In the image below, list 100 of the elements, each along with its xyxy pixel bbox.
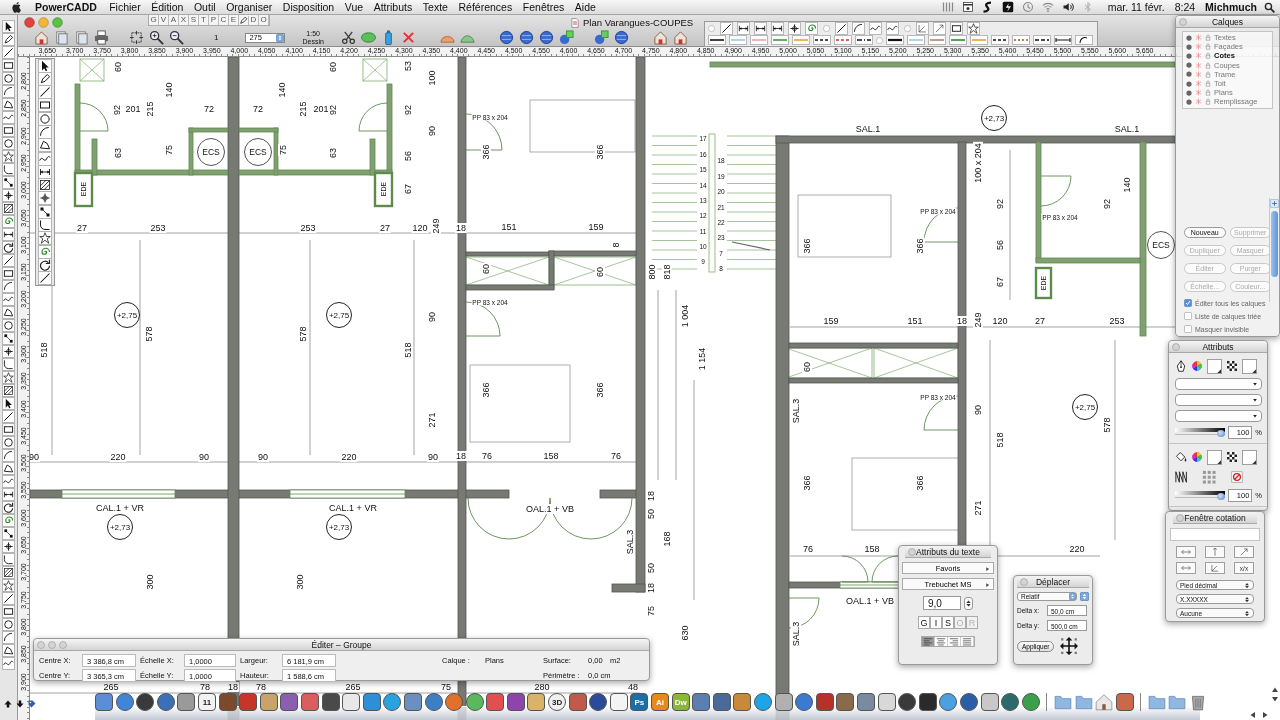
menu-item[interactable]: Attributs bbox=[368, 1, 418, 13]
line-tool-icon[interactable] bbox=[39, 272, 51, 285]
dimension-tool-icon[interactable] bbox=[755, 22, 766, 34]
crosshair-icon[interactable] bbox=[3, 346, 14, 357]
arc-tool-icon[interactable] bbox=[3, 632, 14, 643]
move-arrows-icon[interactable] bbox=[1060, 637, 1079, 655]
polygon-tool-icon[interactable] bbox=[39, 139, 51, 152]
app-icon[interactable] bbox=[177, 693, 196, 711]
line-tool-icon[interactable] bbox=[721, 22, 732, 34]
opacity-slider[interactable] bbox=[1175, 491, 1226, 500]
style-button[interactable]: I bbox=[930, 616, 942, 629]
palette-key[interactable]: D bbox=[249, 15, 259, 25]
palette-key[interactable]: S bbox=[189, 15, 199, 25]
menu-item[interactable]: Édition bbox=[145, 1, 189, 13]
hatch-tool-icon[interactable] bbox=[39, 179, 51, 192]
color-swatch-button[interactable] bbox=[1207, 449, 1222, 465]
volume-icon[interactable] bbox=[1061, 1, 1074, 13]
up-arrow-icon[interactable] bbox=[4, 700, 12, 708]
alignment-control[interactable] bbox=[921, 636, 975, 647]
horizontal-arrow-icon[interactable] bbox=[1181, 563, 1191, 573]
diagonal-arrow-icon[interactable] bbox=[1239, 547, 1249, 557]
caret-icon[interactable] bbox=[1252, 381, 1258, 387]
pattern-icon[interactable] bbox=[1227, 361, 1237, 371]
arc-tool-icon[interactable] bbox=[39, 126, 51, 139]
line-tool-icon[interactable] bbox=[3, 255, 14, 266]
star-tool-icon[interactable] bbox=[3, 580, 14, 591]
style-button[interactable]: G bbox=[918, 616, 930, 629]
stepper-icon[interactable] bbox=[964, 596, 973, 610]
house-icon[interactable] bbox=[652, 30, 668, 45]
line-style-icon[interactable] bbox=[855, 35, 873, 45]
line-style-icon[interactable] bbox=[1075, 35, 1093, 45]
app-icon[interactable] bbox=[342, 693, 361, 711]
pattern-swatch-button[interactable] bbox=[1242, 449, 1257, 465]
circle-tool-icon[interactable] bbox=[3, 320, 14, 331]
dimension-style-button[interactable] bbox=[1234, 546, 1254, 558]
scissors-icon[interactable] bbox=[340, 30, 356, 45]
rectangle-tool-icon[interactable] bbox=[951, 22, 962, 34]
line-style-icon[interactable] bbox=[886, 35, 904, 45]
visibility-dot-icon[interactable] bbox=[1186, 71, 1192, 78]
star-tool-icon[interactable] bbox=[968, 22, 979, 34]
close-icon[interactable] bbox=[24, 17, 35, 28]
corner-arrow-icon[interactable] bbox=[917, 22, 928, 34]
app-icon[interactable]: Ps bbox=[630, 693, 649, 711]
pen-icon[interactable] bbox=[39, 72, 51, 85]
curve-tool-icon[interactable] bbox=[887, 22, 898, 34]
radio-icon[interactable] bbox=[823, 24, 830, 32]
palette-key[interactable]: P bbox=[209, 15, 219, 25]
slider-thumb[interactable] bbox=[1217, 430, 1226, 437]
curl-status-icon[interactable] bbox=[981, 1, 994, 13]
star-tool-icon[interactable] bbox=[3, 372, 14, 383]
folder-icon[interactable] bbox=[1147, 693, 1166, 711]
circle-square-icon[interactable] bbox=[558, 30, 574, 45]
horizontal-arrow-icon[interactable] bbox=[1181, 547, 1191, 557]
palette-key[interactable]: E bbox=[229, 15, 239, 25]
visibility-dot-icon[interactable] bbox=[1186, 98, 1192, 105]
rotate-icon[interactable] bbox=[39, 258, 51, 271]
star-tool-icon[interactable] bbox=[39, 232, 51, 245]
arc-tool-icon[interactable] bbox=[3, 86, 14, 97]
color-wheel-icon[interactable] bbox=[1192, 452, 1202, 462]
pen-icon[interactable] bbox=[3, 34, 14, 45]
visibility-dot-icon[interactable] bbox=[1186, 80, 1192, 87]
fillet-tool-icon[interactable] bbox=[3, 359, 14, 370]
hatch-tool-icon[interactable] bbox=[3, 567, 14, 578]
node-tool-icon[interactable] bbox=[39, 205, 51, 218]
style-button[interactable]: S bbox=[942, 616, 954, 629]
hatch-tool-icon[interactable] bbox=[3, 203, 14, 214]
app-icon[interactable] bbox=[836, 693, 855, 711]
stepper-icon[interactable] bbox=[1244, 595, 1250, 603]
corner-arrow-icon[interactable] bbox=[1210, 563, 1220, 573]
align-right-icon[interactable] bbox=[948, 637, 961, 646]
pattern-icon[interactable] bbox=[1227, 452, 1237, 462]
color-swatch-button[interactable] bbox=[1207, 358, 1222, 374]
arc-tool-icon[interactable] bbox=[3, 450, 14, 461]
palette-key[interactable]: T bbox=[199, 15, 209, 25]
stepper-icon[interactable] bbox=[1244, 581, 1250, 589]
menu-item[interactable]: Fichier bbox=[103, 1, 146, 13]
spiral-icon[interactable] bbox=[3, 216, 14, 227]
checkbox[interactable] bbox=[1184, 312, 1192, 320]
tag-icon[interactable] bbox=[28, 700, 36, 708]
menu-item[interactable]: Disposition bbox=[277, 1, 340, 13]
palette-key[interactable]: A bbox=[169, 15, 179, 25]
zoom-in-icon[interactable] bbox=[149, 30, 164, 45]
menu-item[interactable]: Outil bbox=[188, 1, 221, 13]
crosshair-icon[interactable] bbox=[789, 22, 800, 34]
dimension-tool-icon[interactable] bbox=[738, 22, 749, 34]
menu-item[interactable]: Organiser bbox=[220, 1, 278, 13]
circle-tool-icon[interactable] bbox=[3, 437, 14, 448]
checkbox[interactable] bbox=[1184, 325, 1192, 333]
pattern-swatch-button[interactable] bbox=[1242, 358, 1257, 374]
line-style-icon[interactable] bbox=[813, 35, 831, 45]
scroll-right-icon[interactable] bbox=[1261, 711, 1269, 719]
line-tool-icon[interactable] bbox=[836, 22, 847, 34]
down-arrow-icon[interactable] bbox=[16, 700, 24, 708]
node-tool-icon[interactable] bbox=[3, 177, 14, 188]
palette-key[interactable]: V bbox=[159, 15, 169, 25]
circle-square-icon[interactable] bbox=[593, 30, 609, 45]
globe-icon[interactable] bbox=[538, 30, 554, 45]
pen-icon[interactable] bbox=[239, 15, 249, 25]
rectangle-tool-icon[interactable] bbox=[3, 268, 14, 279]
fillet-tool-icon[interactable] bbox=[3, 554, 14, 565]
